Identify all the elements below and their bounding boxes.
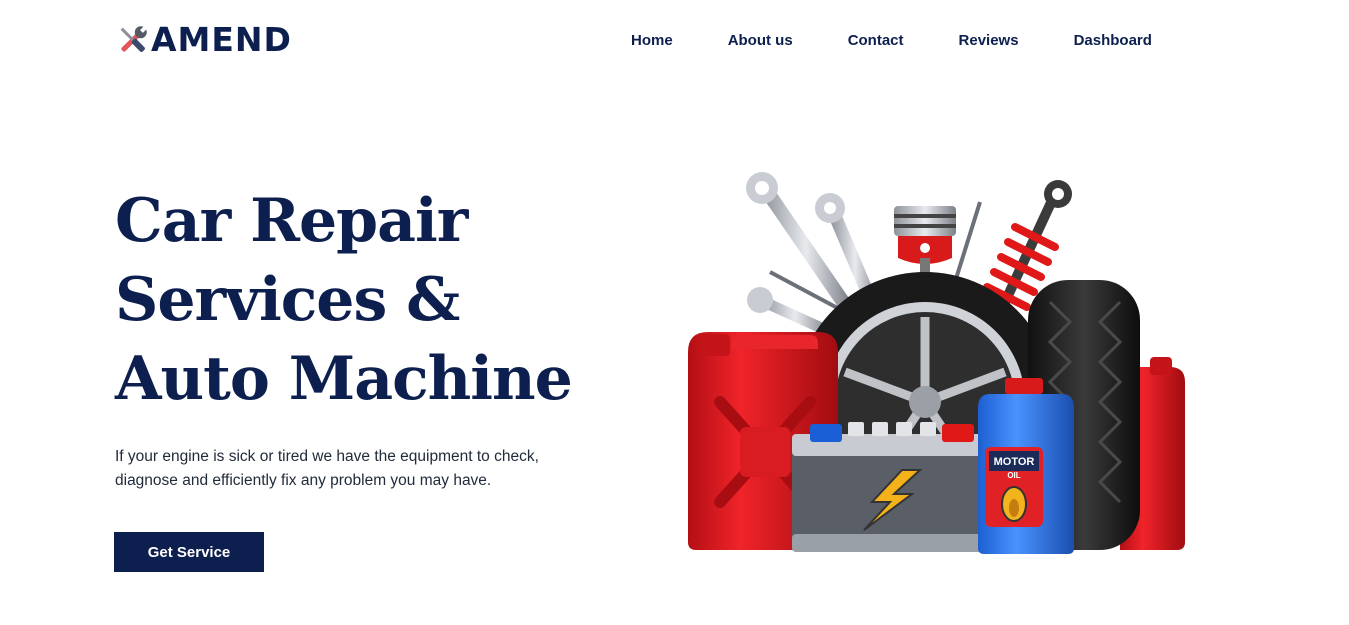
oil-label-bottom: OIL [1007,471,1020,480]
brand-logo[interactable]: AMEND [115,22,292,58]
hero-title-line-2: Services & [115,265,460,335]
auto-parts-illustration: MOTOR OIL [688,172,1185,554]
hero-title: Car Repair Services & Auto Machine [115,182,573,419]
nav-home[interactable]: Home [631,31,673,51]
brand-name: AMEND [151,20,292,59]
oil-label-top: MOTOR [994,456,1035,468]
car-battery [792,422,982,552]
get-service-button[interactable]: Get Service [114,532,264,572]
nav-contact[interactable]: Contact [848,31,904,51]
site-header: AMEND Home About us Contact Reviews Dash… [0,0,1349,82]
nav-about-us[interactable]: About us [728,31,793,51]
tools-icon [120,25,148,52]
nav-reviews[interactable]: Reviews [959,31,1019,51]
nav-dashboard[interactable]: Dashboard [1074,31,1152,51]
main-nav: Home About us Contact Reviews Dashboard [631,31,1207,51]
hero-title-line-1: Car Repair [115,186,468,256]
hero-title-line-3: Auto Machine [115,344,573,414]
hero-description: If your engine is sick or tired we have … [115,448,539,489]
motor-oil-bottle: MOTOR OIL [978,378,1074,554]
